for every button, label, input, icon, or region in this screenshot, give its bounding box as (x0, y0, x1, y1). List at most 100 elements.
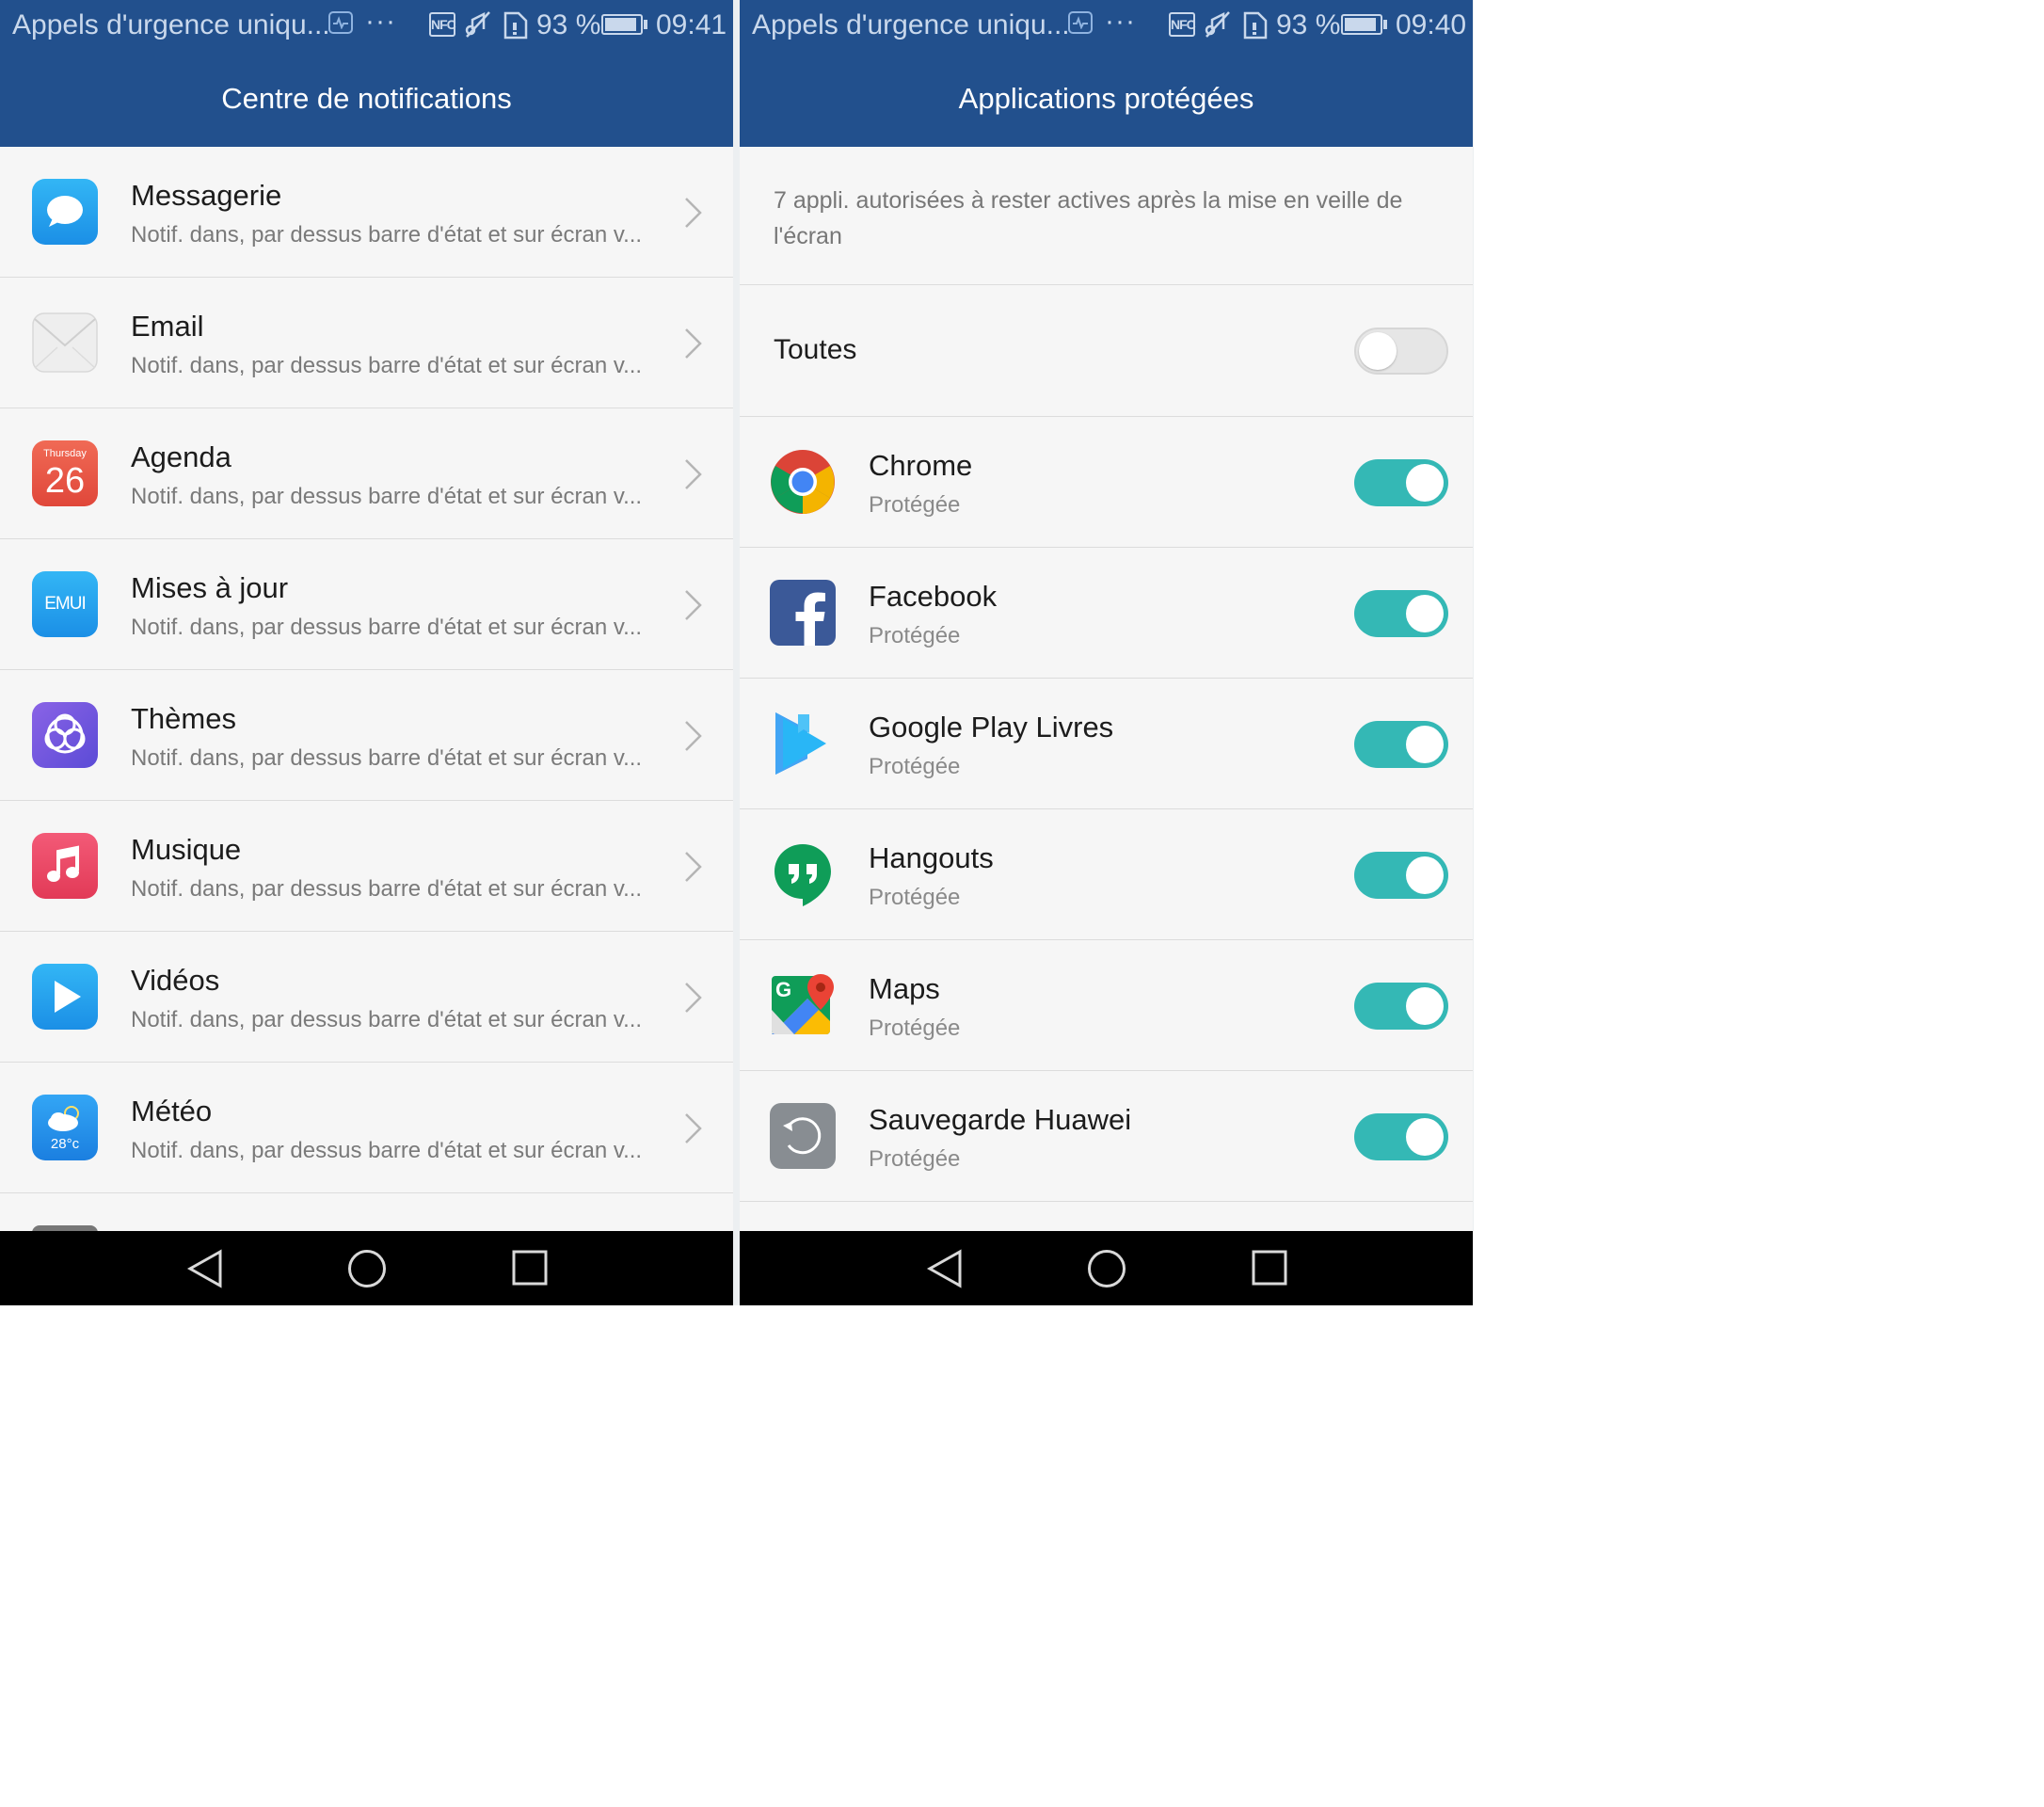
item-title: Météo (131, 1095, 213, 1127)
app-row-chrome: Chrome Protégée (740, 417, 1473, 548)
chrome-protect-switch[interactable] (1354, 459, 1448, 506)
chevron-right-icon (683, 981, 704, 1019)
back-icon[interactable] (186, 1249, 224, 1293)
status-bar: Appels d'urgence uniqu... ··· NFC 93 % 0… (740, 0, 1473, 51)
home-icon[interactable] (1087, 1249, 1126, 1293)
hangouts-icon (770, 841, 836, 907)
toggle-all-switch[interactable] (1354, 328, 1448, 375)
recent-apps-icon[interactable] (512, 1250, 548, 1290)
list-item-musique[interactable]: Musique Notif. dans, par dessus barre d'… (0, 801, 733, 932)
item-subtitle: Notif. dans, par dessus barre d'état et … (131, 876, 643, 902)
list-item-messagerie[interactable]: Messagerie Notif. dans, par dessus barre… (0, 147, 733, 278)
chevron-right-icon (683, 588, 704, 627)
toggle-all-row: Toutes (740, 285, 1473, 417)
item-subtitle: Notif. dans, par dessus barre d'état et … (131, 353, 643, 378)
page-title: Centre de notifications (0, 51, 733, 147)
maps-protect-switch[interactable] (1354, 983, 1448, 1030)
switch-knob (1406, 726, 1444, 763)
battery-icon (601, 14, 643, 35)
list-item-meteo[interactable]: 28°c Météo Notif. dans, par dessus barre… (0, 1063, 733, 1193)
item-title: Thèmes (131, 702, 236, 735)
emui-update-icon: EMUI (32, 571, 98, 637)
switch-knob (1406, 987, 1444, 1025)
app-status: Protégée (869, 1015, 961, 1041)
item-title: Messagerie (131, 179, 282, 212)
play-books-protect-switch[interactable] (1354, 721, 1448, 768)
chevron-right-icon (683, 1111, 704, 1150)
themes-icon (32, 702, 98, 768)
list-item-mises-a-jour[interactable]: EMUI Mises à jour Notif. dans, par dessu… (0, 539, 733, 670)
back-icon[interactable] (926, 1249, 964, 1293)
clock: 09:41 (656, 9, 727, 40)
calendar-date: 26 (44, 461, 86, 501)
item-subtitle: Notif. dans, par dessus barre d'état et … (131, 1138, 643, 1163)
sim-icon (1243, 11, 1268, 47)
app-name: Google Play Livres (869, 711, 1114, 744)
home-icon[interactable] (347, 1249, 387, 1293)
hangouts-protect-switch[interactable] (1354, 852, 1448, 899)
item-title: Vidéos (131, 964, 220, 997)
description-text: 7 appli. autorisées à rester actives apr… (774, 187, 1403, 249)
list-item-themes[interactable]: Thèmes Notif. dans, par dessus barre d'é… (0, 670, 733, 801)
maps-icon: G (770, 972, 836, 1038)
item-subtitle: Notif. dans, par dessus barre d'état et … (131, 615, 643, 640)
recent-apps-icon[interactable] (1252, 1250, 1287, 1290)
health-notification-icon (1068, 11, 1093, 34)
list-item-videos[interactable]: Vidéos Notif. dans, par dessus barre d'é… (0, 932, 733, 1063)
navigation-bar (740, 1231, 1473, 1305)
chevron-right-icon (683, 719, 704, 758)
messaging-icon (32, 179, 98, 245)
item-title: Musique (131, 833, 242, 866)
app-name: Sauvegarde Huawei (869, 1103, 1132, 1136)
app-row-hangouts: Hangouts Protégée (740, 809, 1473, 940)
video-icon (32, 964, 98, 1030)
facebook-icon (770, 580, 836, 646)
play-books-icon (770, 711, 836, 776)
app-name: Chrome (869, 449, 973, 482)
battery-icon (1341, 14, 1382, 35)
huawei-backup-icon (770, 1103, 836, 1169)
mute-icon (1205, 10, 1231, 46)
switch-knob (1406, 1118, 1444, 1156)
item-subtitle: Notif. dans, par dessus barre d'état et … (131, 745, 643, 771)
chevron-right-icon (683, 196, 704, 234)
description-panel: 7 appli. autorisées à rester actives apr… (740, 147, 1473, 285)
calendar-icon: Thursday 26 (32, 440, 98, 506)
item-title: Agenda (131, 440, 232, 473)
health-notification-icon (328, 11, 353, 34)
switch-knob (1406, 856, 1444, 894)
protected-apps-screen: Appels d'urgence uniqu... ··· NFC 93 % 0… (740, 0, 1473, 1305)
navigation-bar (0, 1231, 733, 1305)
weather-temp: 28°c (50, 1136, 80, 1152)
weather-icon: 28°c (32, 1095, 98, 1160)
item-subtitle: Notif. dans, par dessus barre d'état et … (131, 484, 643, 509)
app-name: Facebook (869, 580, 998, 613)
sim-icon (503, 11, 528, 47)
music-icon (32, 833, 98, 899)
switch-knob (1359, 332, 1397, 370)
huawei-backup-protect-switch[interactable] (1354, 1113, 1448, 1160)
battery-percent: 93 % (536, 9, 601, 40)
list-item-email[interactable]: Email Notif. dans, par dessus barre d'ét… (0, 278, 733, 408)
item-title: Email (131, 310, 204, 343)
more-notifications-icon: ··· (365, 6, 396, 37)
notification-center-screen: Appels d'urgence uniqu... ··· NFC 93 % 0… (0, 0, 733, 1305)
nfc-icon: NFC (429, 12, 456, 37)
app-row-maps: G Maps Protégée (740, 940, 1473, 1071)
battery-percent: 93 % (1276, 9, 1341, 40)
app-row-sauvegarde-huawei: Sauvegarde Huawei Protégée (740, 1071, 1473, 1202)
screenshot-frame: Appels d'urgence uniqu... ··· NFC 93 % 0… (0, 0, 1474, 1305)
chrome-icon (770, 449, 836, 515)
more-notifications-icon: ··· (1105, 6, 1136, 37)
calendar-day: Thursday (43, 448, 87, 459)
list-item-agenda[interactable]: Thursday 26 Agenda Notif. dans, par dess… (0, 408, 733, 539)
app-status: Protégée (869, 754, 961, 779)
emui-text: EMUI (44, 594, 87, 614)
app-row-google-play-livres: Google Play Livres Protégée (740, 679, 1473, 809)
email-icon (32, 310, 98, 376)
switch-knob (1406, 464, 1444, 502)
facebook-protect-switch[interactable] (1354, 590, 1448, 637)
app-status: Protégée (869, 1146, 961, 1172)
item-subtitle: Notif. dans, par dessus barre d'état et … (131, 222, 643, 248)
app-name: Hangouts (869, 841, 994, 874)
